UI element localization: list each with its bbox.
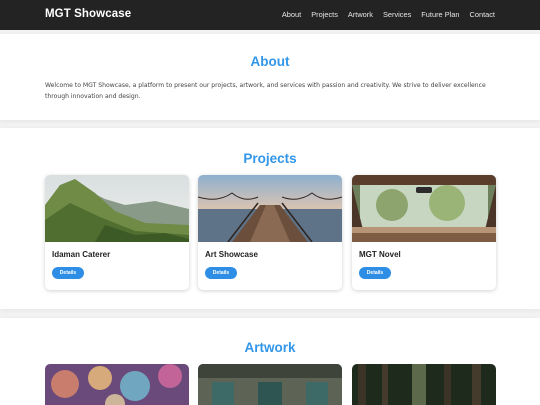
nav-link-contact[interactable]: Contact [470, 10, 495, 19]
about-title: About [250, 54, 290, 69]
artwork-image-bokeh [45, 364, 189, 405]
project-image-car-interior [352, 175, 496, 242]
project-title: Art Showcase [205, 250, 258, 259]
projects-title: Projects [243, 151, 297, 166]
nav-link-future-plan[interactable]: Future Plan [421, 10, 459, 19]
details-button[interactable]: Details [205, 267, 237, 279]
brand-logo[interactable]: MGT Showcase [45, 8, 131, 20]
projects-section: Projects Idaman Caterer Details Art Show… [0, 128, 540, 309]
navbar: MGT Showcase About Projects Artwork Serv… [0, 0, 540, 30]
project-title: MGT Novel [359, 250, 401, 259]
details-button[interactable]: Details [52, 267, 84, 279]
project-image-mountains [45, 175, 189, 242]
artwork-section: Artwork [0, 318, 540, 405]
nav-link-services[interactable]: Services [383, 10, 411, 19]
nav-link-about[interactable]: About [282, 10, 301, 19]
nav-links: About Projects Artwork Services Future P… [282, 10, 495, 19]
about-section: About Welcome to MGT Showcase, a platfor… [0, 34, 540, 120]
project-card: Idaman Caterer Details [45, 175, 189, 290]
project-image-pier [198, 175, 342, 242]
artwork-title: Artwork [244, 340, 296, 355]
artwork-image-forest [352, 364, 496, 405]
project-title: Idaman Caterer [52, 250, 111, 259]
nav-link-artwork[interactable]: Artwork [348, 10, 373, 19]
artwork-image-building [198, 364, 342, 405]
about-text: Welcome to MGT Showcase, a platform to p… [45, 82, 486, 100]
details-button[interactable]: Details [359, 267, 391, 279]
project-card: MGT Novel Details [352, 175, 496, 290]
nav-link-projects[interactable]: Projects [311, 10, 338, 19]
project-card: Art Showcase Details [198, 175, 342, 290]
